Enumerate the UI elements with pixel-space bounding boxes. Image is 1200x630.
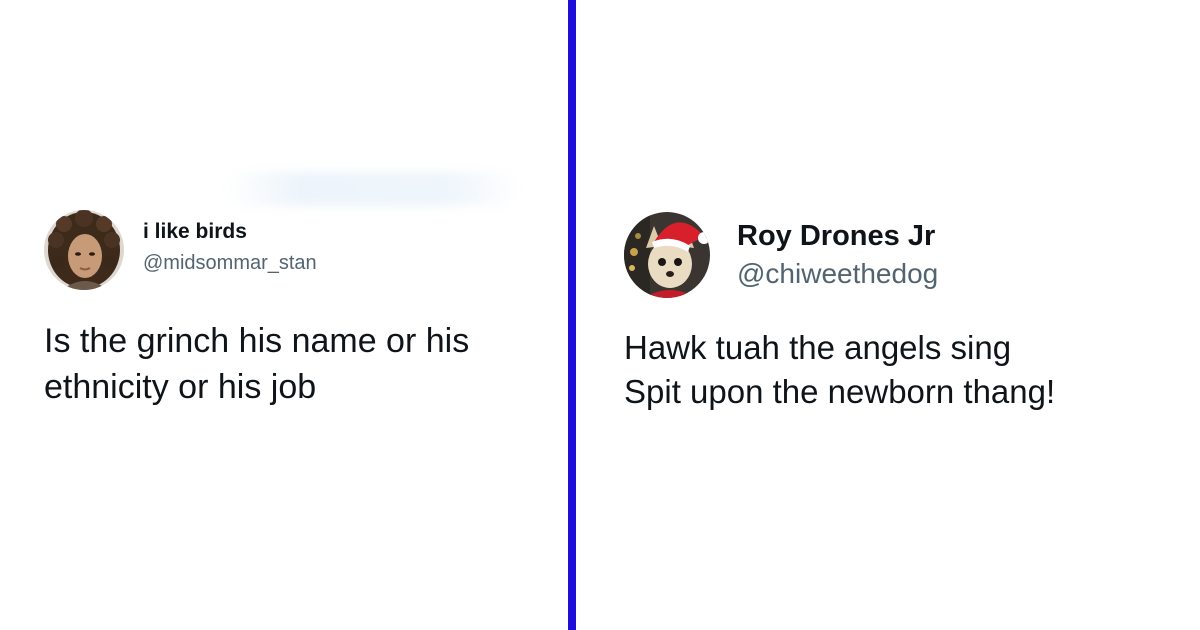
panel-divider xyxy=(568,0,576,630)
display-name[interactable]: i like birds xyxy=(143,220,247,244)
tweet-text: Hawk tuah the angels sing Spit upon the … xyxy=(624,329,1056,410)
display-name[interactable]: Roy Drones Jr xyxy=(737,220,935,253)
user-handle[interactable]: @midsommar_stan xyxy=(143,252,317,275)
tweet-panel-right: Roy Drones Jr @chiweethedog Hawk tuah th… xyxy=(576,0,1200,630)
chihuahua-santa-hat-avatar-icon xyxy=(624,212,710,298)
user-handle[interactable]: @chiweethedog xyxy=(737,258,938,290)
avatar[interactable] xyxy=(44,210,124,290)
avatar[interactable] xyxy=(624,212,710,298)
curly-haired-person-avatar-icon xyxy=(44,210,124,290)
tweet-text: Is the grinch his name or his ethnicity … xyxy=(44,322,470,406)
tweet-panel-left: i like birds @midsommar_stan Is the grin… xyxy=(0,0,568,630)
faded-header-smudge xyxy=(225,172,520,206)
